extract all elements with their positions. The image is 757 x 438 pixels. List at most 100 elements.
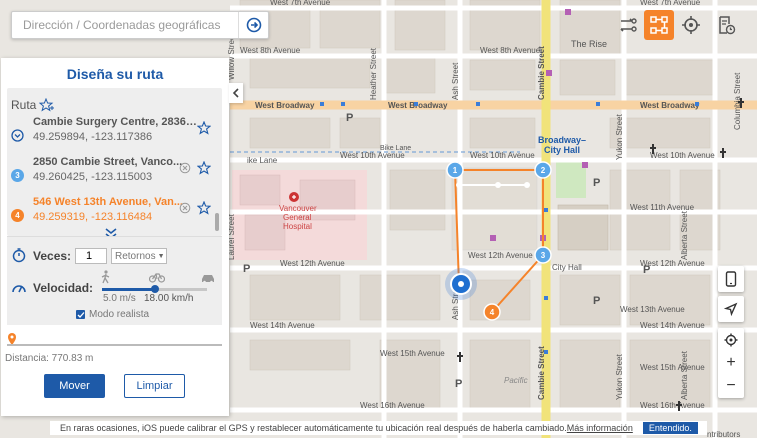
bike-icon[interactable] <box>149 271 165 283</box>
star-icon[interactable] <box>197 161 211 175</box>
route-panel: Diseña su ruta Ruta Cambie Surgery Centr… <box>1 58 229 416</box>
star-icon[interactable] <box>197 201 211 215</box>
navigate-button[interactable] <box>718 296 744 322</box>
street-label: Cambie Street <box>537 46 546 100</box>
zoom-controls: + − <box>718 328 744 398</box>
street-label: West 16th Avenue <box>360 401 425 410</box>
street-label: West 10th Avenue <box>650 151 715 160</box>
street-label: Alberta Street <box>680 350 689 400</box>
search-input[interactable] <box>12 12 238 38</box>
movement-settings: Veces: Retornos ▼ Velocidad: <box>7 236 222 325</box>
returns-select[interactable]: Retornos ▼ <box>111 248 167 264</box>
distance-text: Distancia: 770.83 m <box>5 353 94 364</box>
street-label: West 13th Avenue <box>620 305 685 314</box>
speed-kmh-value: 18.00 km/h <box>144 293 194 304</box>
search-go-button[interactable] <box>238 12 268 38</box>
realistic-mode-checkbox[interactable]: Modo realista <box>76 309 149 320</box>
route-stop-start[interactable]: Cambie Surgery Centre, 2836 As... 49.259… <box>7 116 222 156</box>
teleport-mode-button[interactable] <box>676 10 706 40</box>
chevron-left-icon <box>232 88 239 98</box>
street-label: West 11th Avenue <box>630 203 695 212</box>
times-input[interactable] <box>75 248 107 264</box>
stop-name: Cambie Surgery Centre, 2836 As... <box>33 116 198 128</box>
returns-select-value: Retornos <box>115 250 156 262</box>
street-label: West 7th Avenue <box>270 0 331 7</box>
speed-slider-thumb[interactable] <box>150 285 159 293</box>
route-progress-bar <box>7 344 222 346</box>
stop-badge: 4 <box>11 209 24 222</box>
car-icon[interactable] <box>200 272 216 284</box>
speed-slider[interactable] <box>102 285 207 293</box>
route-header: Ruta <box>11 98 55 112</box>
place-label: Broadway– <box>538 135 586 145</box>
stop-badge: 3 <box>11 169 24 182</box>
star-add-icon[interactable] <box>39 98 55 112</box>
more-info-link[interactable]: Más información <box>567 423 633 433</box>
minus-icon: − <box>726 376 736 394</box>
zoom-in-button[interactable]: + <box>718 351 744 374</box>
locate-me-button[interactable] <box>718 328 744 351</box>
stop-coordinates: 49.259894, -123.117386 <box>33 131 153 143</box>
street-label: West 7th Avenue <box>640 0 701 7</box>
street-label: West Broadway <box>640 101 700 110</box>
speed-slider-fill <box>102 288 155 291</box>
place-label: City Hall <box>552 263 582 272</box>
street-label: West 8th Avenue <box>240 46 301 55</box>
clear-button[interactable]: Limpiar <box>124 374 185 398</box>
zoom-out-button[interactable]: − <box>718 374 744 397</box>
street-label: Yukon Street <box>615 113 624 160</box>
device-button[interactable] <box>718 266 744 292</box>
gps-notice-text: En raras ocasiones, iOS puede calibrar e… <box>60 423 567 433</box>
route-marker-label: 1 <box>453 166 458 175</box>
remove-circle-icon[interactable] <box>179 202 191 214</box>
realistic-mode-label: Modo realista <box>89 309 150 320</box>
route-marker-label: 3 <box>541 251 546 260</box>
place-label: City Hall <box>544 145 580 155</box>
parking-icon: P <box>593 177 600 189</box>
street-label: West 10th Avenue <box>340 151 405 160</box>
remove-circle-icon[interactable] <box>179 162 191 174</box>
chevron-down-circle-icon <box>11 129 24 142</box>
two-point-mode-button[interactable] <box>613 10 643 40</box>
collapse-panel-button[interactable] <box>229 83 243 103</box>
crosshair-icon <box>682 16 700 34</box>
speed-ms-value: 5.0 m/s <box>103 293 136 304</box>
route-toggle-icon <box>620 18 637 32</box>
search-bar <box>11 11 269 39</box>
street-label: West 14th Avenue <box>250 321 315 330</box>
parking-icon: P <box>346 112 353 124</box>
parking-icon: P <box>593 295 600 307</box>
street-label: West 10th Avenue <box>470 151 535 160</box>
shop-icon <box>546 70 552 76</box>
multi-route-icon <box>650 16 668 34</box>
place-label: The Rise <box>571 39 607 49</box>
multi-stop-mode-button[interactable] <box>644 10 674 40</box>
street-label: West 8th Avenue <box>480 46 541 55</box>
street-label: Ash Street <box>451 62 460 100</box>
street-label: West 14th Avenue <box>640 321 705 330</box>
plus-icon: + <box>726 353 736 371</box>
parking-icon: P <box>455 378 462 390</box>
map-attribution[interactable]: ntributors <box>707 430 740 438</box>
understood-button[interactable]: Entendido. <box>642 422 698 434</box>
checkbox-checked-icon <box>76 310 85 319</box>
street-label: West 16th Avenue <box>640 401 705 410</box>
navigation-arrow-icon <box>724 302 738 316</box>
route-stop-3[interactable]: 3 2850 Cambie Street, Vanco... 49.260425… <box>7 156 222 196</box>
parking-icon: P <box>643 264 650 276</box>
walk-icon[interactable] <box>100 270 112 284</box>
stop-name: 546 West 13th Avenue, Van... <box>33 196 183 208</box>
panel-title: Diseña su ruta <box>66 66 164 82</box>
speedometer-icon <box>12 285 26 293</box>
stopwatch-icon <box>12 248 26 263</box>
street-label: Heather Street <box>369 47 378 100</box>
list-scrollbar[interactable] <box>215 213 219 231</box>
place-label: General <box>283 213 312 222</box>
arrow-right-circle-icon <box>246 17 261 33</box>
street-label: Bike Lane <box>380 145 411 152</box>
history-button[interactable] <box>711 10 741 40</box>
stop-coordinates: 49.259319, -123.116484 <box>33 211 153 223</box>
star-icon[interactable] <box>197 121 211 135</box>
caret-down-icon: ▼ <box>157 252 165 260</box>
move-button[interactable]: Mover <box>44 374 105 398</box>
